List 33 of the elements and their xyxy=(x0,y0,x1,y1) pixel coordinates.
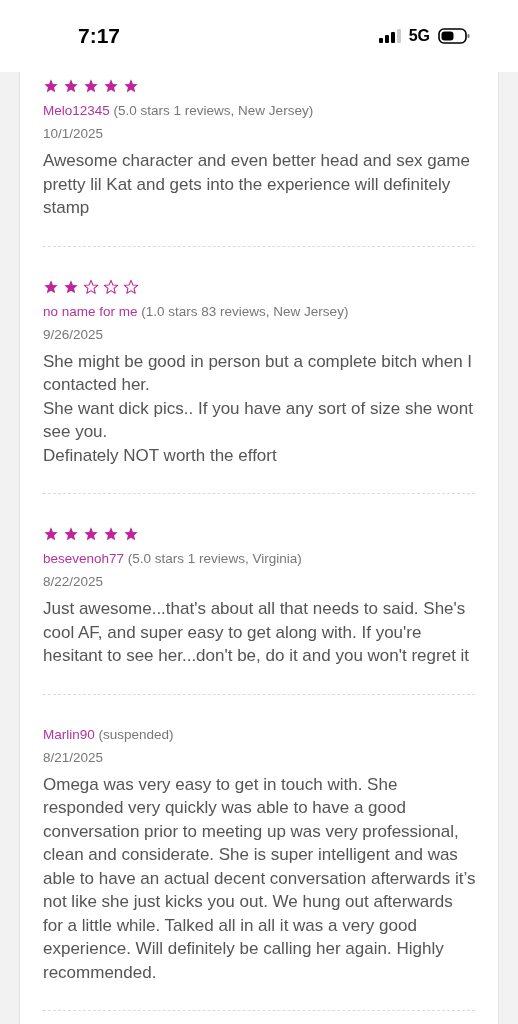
star-outline-icon xyxy=(83,278,99,295)
star-icon xyxy=(123,526,139,542)
review-date: 8/21/2025 xyxy=(43,748,105,767)
network-label: 5G xyxy=(408,27,430,45)
reviewer-info: (5.0 stars 1 reviews, New Jersey) xyxy=(113,103,314,118)
author-link[interactable]: Melo12345 xyxy=(43,103,110,118)
star-icon xyxy=(123,78,139,94)
author-link[interactable]: Marlin90 xyxy=(43,726,95,742)
star-icon xyxy=(103,526,119,542)
star-outline-icon xyxy=(123,278,139,295)
signal-icon xyxy=(378,29,401,43)
review-text: Omega was very easy to get in touch with. She responded very quickly was able to have a good conversation prior to meeting up was very professional, clean and considerate. She is super intelligent and was able to have an actual decent conversation afterwards it’s not like she just kicks you out. We hung out afterwards for a little while. Talked all in all it was a very good experience. Will definitely be calling her again. Highly recommended. xyxy=(43,773,477,984)
review-date: 8/22/2025 xyxy=(43,573,105,591)
review-date: 10/1/2025 xyxy=(43,125,105,143)
star-icon xyxy=(83,526,99,542)
review-text: Just awesome...that's about all that needs to said. She's cool AF, and super easy to get along with. If you're hesitant to see her...don't be, do it and you won't regret it xyxy=(43,598,471,667)
reviewer-info: (suspended) xyxy=(98,726,174,742)
star-icon xyxy=(63,78,79,94)
battery-icon xyxy=(438,28,470,44)
review-text: She might be good in person but a complete bitch when I contacted her. She want dick pics.. If you have any sort of size she wont see you. Definately NOT worth the effort xyxy=(43,350,474,467)
star-outline-icon xyxy=(103,278,119,295)
star-icon xyxy=(103,78,119,94)
review-text: Awesome character and even better head and sex game pretty lil Kat and gets into the experience will definitely stamp xyxy=(43,150,471,219)
author-link[interactable]: besevenoh77 xyxy=(43,551,125,566)
review-date: 9/26/2025 xyxy=(43,325,105,344)
author-link[interactable]: no name for me xyxy=(43,303,138,319)
reviewer-info: (5.0 stars 1 reviews, Virginia) xyxy=(127,551,302,566)
star-icon xyxy=(83,78,99,94)
star-icon xyxy=(63,526,79,542)
clock: 7:17 xyxy=(78,24,121,48)
star-icon xyxy=(43,78,59,94)
star-icon xyxy=(43,526,59,542)
reviewer-info: (1.0 stars 83 reviews, New Jersey) xyxy=(141,303,349,319)
